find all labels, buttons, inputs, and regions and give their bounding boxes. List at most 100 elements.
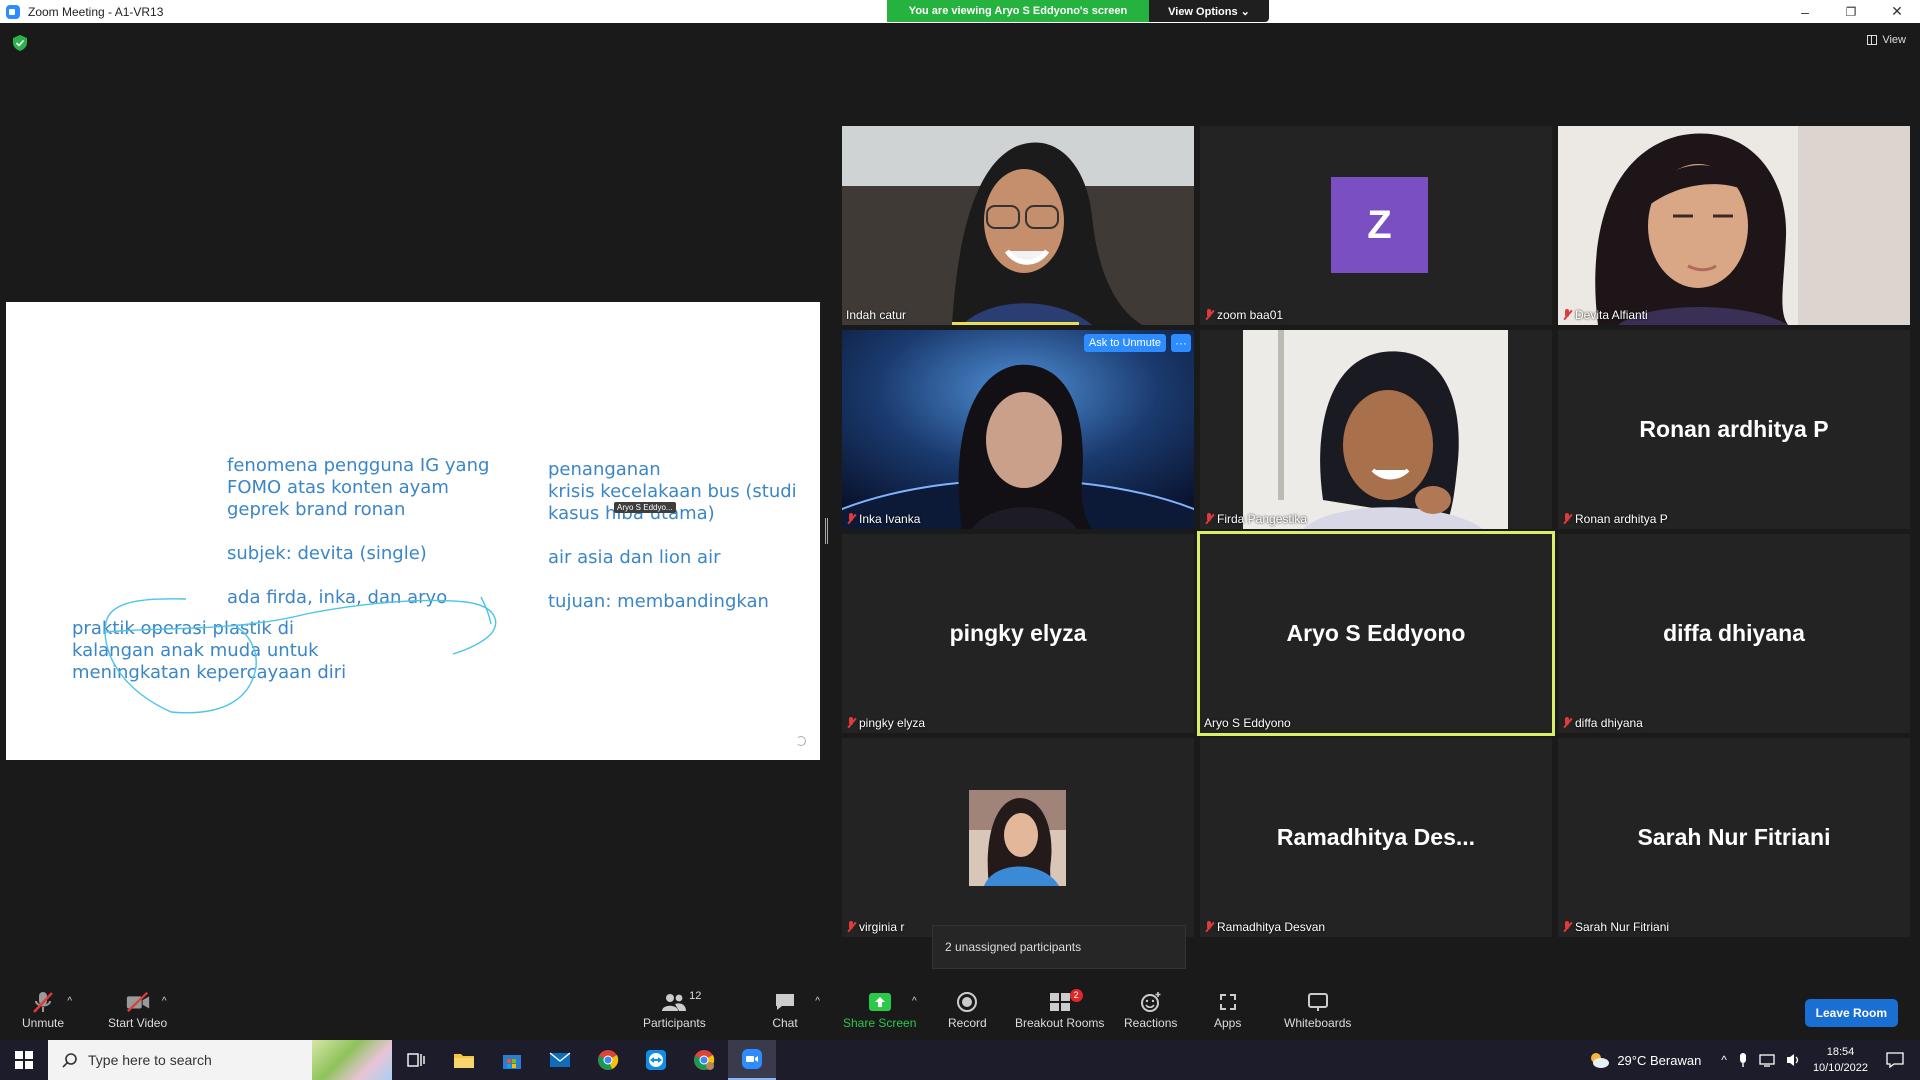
participant-name: pingky elyza (859, 716, 926, 730)
encryption-shield-icon[interactable] (13, 35, 27, 51)
muted-mic-icon (1204, 309, 1214, 321)
zoom-logo-icon (6, 4, 20, 19)
participant-name-label: Inka Ivanka (846, 512, 920, 526)
mail-icon[interactable] (536, 1040, 584, 1080)
participant-video-inka (842, 330, 1194, 529)
more-options-button[interactable]: ··· (1171, 334, 1191, 352)
shared-screen[interactable]: fenomena pengguna IG yang FOMO atas kont… (6, 302, 820, 760)
video-off-icon: ^ (125, 991, 167, 1013)
grid-view-icon (1867, 35, 1878, 45)
chevron-up-icon[interactable]: ^ (67, 996, 72, 1007)
chrome-icon[interactable] (584, 1040, 632, 1080)
participant-tile-ronan[interactable]: Ronan ardhitya P Ronan ardhitya P (1558, 330, 1910, 529)
share-screen-button[interactable]: ^ Share Screen (843, 992, 917, 1030)
participant-tile-virginia[interactable]: virginia r (842, 738, 1194, 937)
muted-mic-icon (1562, 309, 1572, 321)
search-placeholder: Type here to search (88, 1052, 212, 1068)
start-video-button[interactable]: ^ Start Video (108, 991, 168, 1030)
apps-label: Apps (1214, 1016, 1242, 1030)
zoom-app-icon[interactable] (728, 1040, 776, 1080)
network-icon[interactable] (1759, 1052, 1777, 1068)
unmute-button[interactable]: ^ Unmute (22, 992, 72, 1030)
task-view-icon[interactable] (392, 1040, 440, 1080)
participant-tile-diffa[interactable]: diffa dhiyana diffa dhiyana (1558, 534, 1910, 733)
participant-name-label: Indah catur (846, 308, 906, 322)
participant-name-label: Devita Alfianti (1562, 308, 1648, 322)
start-button[interactable] (0, 1040, 48, 1080)
participant-tile-zoom-baa01[interactable]: Z zoom baa01 (1200, 126, 1552, 325)
muted-mic-icon (846, 513, 856, 525)
participant-tile-firda[interactable]: Firda Pangestika (1200, 330, 1552, 529)
leave-room-button[interactable]: Leave Room (1804, 999, 1898, 1027)
share-screen-label: Share Screen (843, 1016, 917, 1030)
participant-display-name: Ramadhitya Des... (1276, 824, 1476, 850)
participant-name: Indah catur (846, 308, 907, 322)
microsoft-store-icon[interactable] (488, 1040, 536, 1080)
participant-name-label: Firda Pangestika (1204, 512, 1307, 526)
restore-button[interactable]: ❐ (1828, 0, 1874, 23)
unmute-label: Unmute (22, 1016, 65, 1030)
view-options-button[interactable]: View Options ⌄ (1149, 0, 1269, 22)
speaking-indicator (952, 322, 1079, 325)
participants-icon: 12 (661, 990, 701, 1012)
record-button[interactable]: Record (948, 992, 987, 1030)
close-button[interactable]: ✕ (1874, 0, 1920, 23)
breakout-rooms-label: Breakout Rooms (1015, 1016, 1105, 1030)
show-hidden-icons-chevron-icon[interactable]: ^ (1721, 1053, 1727, 1067)
participant-tile-pingky[interactable]: pingky elyza pingky elyza (842, 534, 1194, 733)
participant-name: virginia r (859, 920, 905, 934)
clock-date: 10/10/2022 (1812, 1062, 1868, 1074)
participant-tile-indah[interactable]: Indah catur (842, 126, 1194, 325)
participant-name: Ramadhitya Desvan (1217, 920, 1326, 934)
participant-display-name: pingky elyza (949, 620, 1087, 646)
chat-button[interactable]: ^ Chat (772, 992, 820, 1030)
apps-button[interactable]: Apps (1214, 992, 1241, 1030)
chat-icon: ^ (772, 992, 820, 1012)
reactions-button[interactable]: Reactions (1124, 992, 1177, 1030)
chevron-up-icon[interactable]: ^ (162, 996, 167, 1007)
unassigned-participants-tooltip: 2 unassigned participants (932, 925, 1186, 969)
whiteboards-button[interactable]: Whiteboards (1284, 992, 1351, 1030)
participant-tile-aryo-active-speaker[interactable]: Aryo S Eddyono Aryo S Eddyono (1197, 531, 1555, 736)
panel-splitter-handle[interactable] (825, 518, 828, 544)
chrome-profile-icon[interactable] (680, 1040, 728, 1080)
participant-name-label: Sarah Nur Fitriani (1562, 920, 1669, 934)
weather-readout[interactable]: 29°C Berawan (1617, 1053, 1701, 1068)
notification-center-icon[interactable] (1886, 1052, 1904, 1068)
refresh-icon[interactable] (796, 736, 806, 746)
microphone-tray-icon[interactable] (1737, 1052, 1749, 1068)
viewing-screen-banner: You are viewing Aryo S Eddyono's screen … (887, 0, 1269, 22)
participant-video-indah (842, 126, 1194, 325)
chevron-up-icon[interactable]: ^ (815, 996, 820, 1007)
participant-tile-sarah[interactable]: Sarah Nur Fitriani Sarah Nur Fitriani (1558, 738, 1910, 937)
participant-display-name: Sarah Nur Fitriani (1637, 824, 1831, 850)
participant-profile-photo (969, 790, 1066, 886)
muted-mic-icon (1204, 513, 1214, 525)
participant-name-label: Ramadhitya Desvan (1204, 920, 1325, 934)
chevron-up-icon[interactable]: ^ (912, 996, 917, 1007)
participant-display-name: diffa dhiyana (1663, 620, 1805, 646)
ask-to-unmute-button[interactable]: Ask to Unmute (1083, 334, 1166, 352)
view-layout-button[interactable]: View (1867, 34, 1906, 46)
annotation-scribble (104, 596, 497, 714)
start-video-label: Start Video (108, 1016, 168, 1030)
participants-button[interactable]: 12 Participants (643, 990, 706, 1030)
teamviewer-icon[interactable] (632, 1040, 680, 1080)
participant-tile-devita[interactable]: Devita Alfianti (1558, 126, 1910, 325)
taskbar-search-box[interactable]: Type here to search (48, 1040, 392, 1080)
participant-tile-inka[interactable]: Ask to Unmute ··· Inka Ivanka (842, 330, 1194, 529)
weather-cloudy-icon (1591, 1053, 1610, 1068)
participant-name-label: zoom baa01 (1204, 308, 1283, 322)
taskbar-clock[interactable]: 18:54 10/10/2022 (1813, 1044, 1868, 1076)
breakout-rooms-button[interactable]: 2 Breakout Rooms (1015, 989, 1105, 1030)
windows-logo-icon (15, 1051, 33, 1069)
volume-icon[interactable] (1785, 1052, 1803, 1068)
record-icon (954, 992, 980, 1012)
participant-video-firda (1243, 330, 1508, 529)
participant-name: Firda Pangestika (1217, 512, 1308, 526)
participant-tile-ramadhitya[interactable]: Ramadhitya Des... Ramadhitya Desvan (1200, 738, 1552, 937)
reactions-label: Reactions (1124, 1016, 1178, 1030)
file-explorer-icon[interactable] (440, 1040, 488, 1080)
minimize-button[interactable]: – (1782, 0, 1828, 23)
search-highlight-art (312, 1040, 392, 1080)
